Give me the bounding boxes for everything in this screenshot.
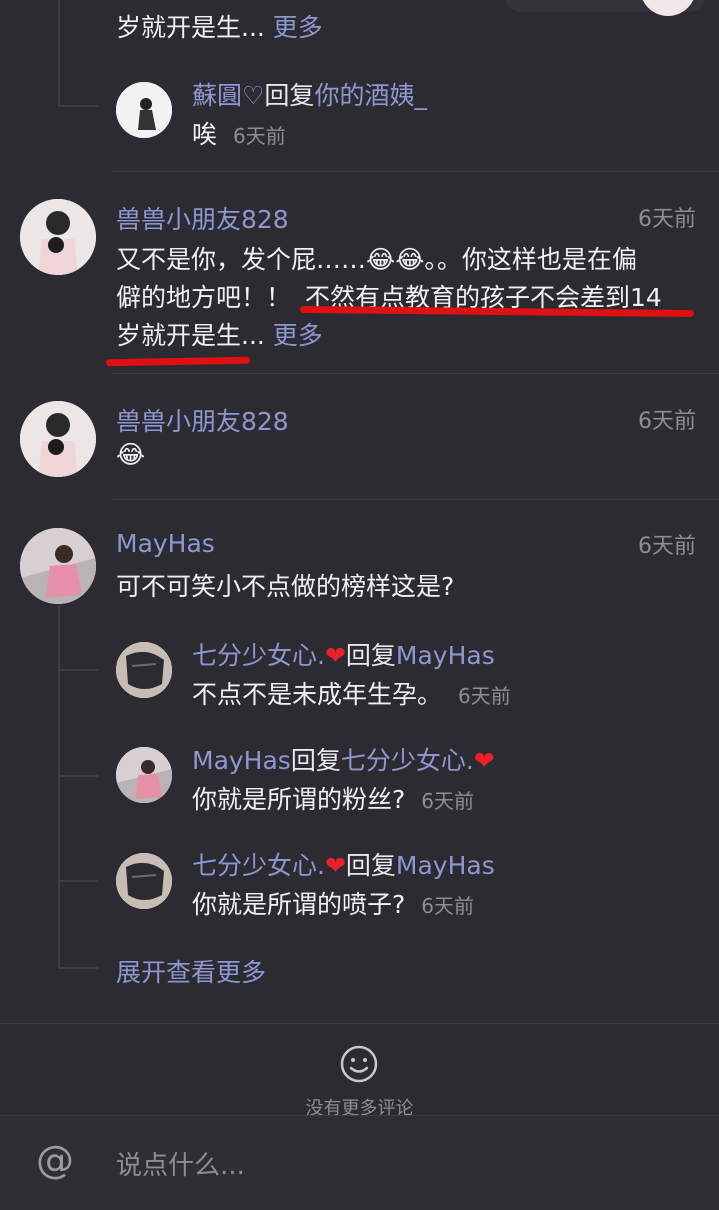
thread-branch [58, 967, 98, 969]
reply-text: 你就是所谓的粉丝? 6天前 [192, 785, 474, 814]
thread-branch [58, 775, 98, 777]
heart-icon: ❤ [473, 746, 495, 775]
input-divider [0, 1115, 719, 1116]
comment-text-line3: 岁就开是生... 更多 [116, 321, 323, 350]
top-avatar[interactable] [640, 0, 696, 16]
divider [112, 499, 719, 500]
reply-author[interactable]: 七分少女心.❤回复MayHas [192, 636, 495, 672]
comment-author[interactable]: 兽兽小朋友828 [116, 402, 289, 438]
reply-word: 回复 [345, 641, 396, 670]
avatar[interactable] [20, 199, 96, 275]
reply-word: 回复 [264, 81, 315, 110]
comment-author[interactable]: 兽兽小朋友828 [116, 200, 289, 236]
reply-time: 6天前 [232, 124, 286, 148]
avatar[interactable] [116, 82, 172, 138]
thread-branch [58, 880, 98, 882]
reply-target[interactable]: 你的酒姨_ [314, 81, 427, 110]
reply-text: 你就是所谓的喷子? 6天前 [192, 890, 474, 919]
reply-text: 唉 6天前 [192, 120, 286, 149]
avatar[interactable] [20, 401, 96, 477]
avatar[interactable] [116, 642, 172, 698]
thread-line [58, 606, 60, 968]
comment-author[interactable]: MayHas [116, 529, 215, 558]
avatar[interactable] [20, 528, 96, 604]
top-truncated-text: 岁就开是生... 更多 [116, 13, 323, 42]
thread-branch [58, 669, 98, 671]
comment-time: 6天前 [638, 207, 696, 232]
divider [112, 373, 719, 374]
reply-time: 6天前 [421, 894, 474, 918]
thread-line-top [58, 0, 60, 106]
more-link[interactable]: 更多 [273, 321, 323, 350]
expand-more-link[interactable]: 展开查看更多 [116, 953, 266, 989]
reply-target[interactable]: MayHas [396, 641, 495, 670]
divider [112, 171, 719, 172]
comment-time: 6天前 [638, 534, 696, 559]
comment-text: 可不可笑小不点做的榜样这是? [116, 572, 455, 601]
smile-icon [339, 1044, 379, 1084]
avatar[interactable] [116, 747, 172, 803]
thread-branch [58, 105, 98, 107]
comment-text-line1: 又不是你，发个屁……😂😂。。你这样也是在偏 [116, 245, 637, 274]
comment-input[interactable]: 说点什么... [116, 1145, 245, 1182]
reply-time: 6天前 [457, 684, 511, 708]
top-more-link[interactable]: 更多 [273, 13, 323, 42]
heart-icon: ❤ [324, 641, 346, 670]
reply-text: 不点不是未成年生孕。 6天前 [192, 680, 511, 709]
comment-text: 😂 [116, 440, 146, 469]
reply-word: 回复 [345, 851, 396, 880]
reply-author[interactable]: MayHas回复七分少女心.❤ [192, 741, 495, 777]
reply-word: 回复 [290, 746, 341, 775]
reply-author[interactable]: 七分少女心.❤回复MayHas [192, 846, 495, 882]
red-annotation-underline [105, 356, 251, 367]
reply-target[interactable]: MayHas [396, 851, 495, 880]
comment-input-bar [0, 1115, 719, 1210]
at-icon[interactable]: @ [36, 1138, 74, 1182]
heart-icon: ❤ [324, 851, 346, 880]
reply-author[interactable]: 蘇圓♡回复你的酒姨_ [192, 76, 427, 112]
avatar[interactable] [116, 853, 172, 909]
reply-target[interactable]: 七分少女心. [341, 746, 474, 775]
footer-divider [0, 1023, 719, 1024]
comment-time: 6天前 [638, 409, 696, 434]
reply-time: 6天前 [421, 789, 474, 813]
